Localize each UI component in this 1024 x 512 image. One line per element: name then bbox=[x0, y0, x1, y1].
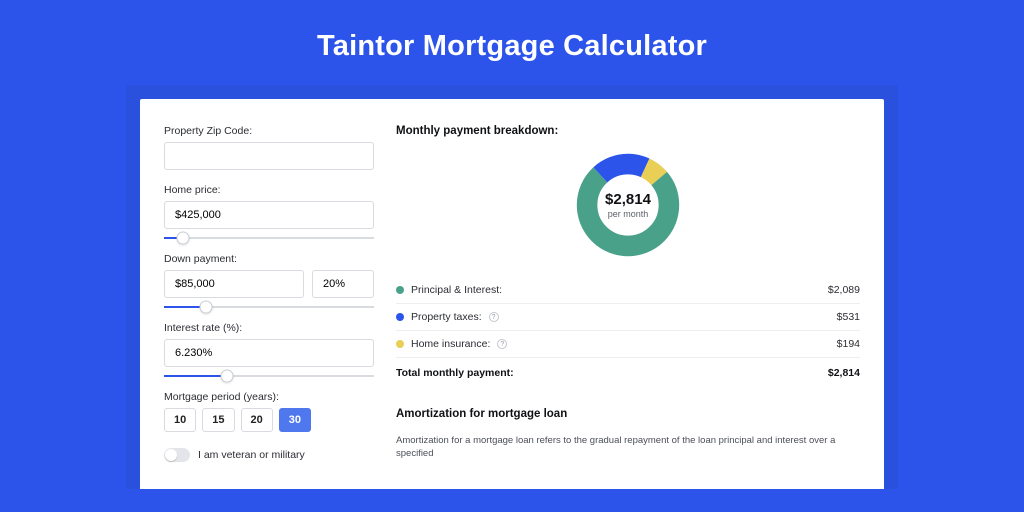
price-slider-thumb[interactable] bbox=[176, 232, 189, 245]
amortization-section: Amortization for mortgage loan Amortizat… bbox=[396, 408, 860, 461]
rate-slider-thumb[interactable] bbox=[221, 370, 234, 383]
price-slider[interactable] bbox=[164, 237, 374, 239]
legend-value: $531 bbox=[837, 311, 860, 323]
down-slider-thumb[interactable] bbox=[200, 301, 213, 314]
period-option-15[interactable]: 15 bbox=[202, 408, 234, 432]
down-field: Down payment: bbox=[164, 253, 374, 308]
legend-row: Home insurance:? $194 bbox=[396, 331, 860, 358]
amortization-title: Amortization for mortgage loan bbox=[396, 408, 860, 420]
legend-label: Principal & Interest: bbox=[411, 284, 502, 296]
veteran-toggle[interactable] bbox=[164, 448, 190, 462]
veteran-row: I am veteran or military bbox=[164, 448, 374, 462]
period-label: Mortgage period (years): bbox=[164, 391, 374, 403]
zip-field: Property Zip Code: bbox=[164, 125, 374, 170]
down-percent-input[interactable] bbox=[312, 270, 374, 298]
period-option-10[interactable]: 10 bbox=[164, 408, 196, 432]
period-field: Mortgage period (years): 1015 2030 bbox=[164, 391, 374, 432]
zip-input[interactable] bbox=[164, 142, 374, 170]
amortization-body: Amortization for a mortgage loan refers … bbox=[396, 434, 860, 461]
legend-dot-icon bbox=[396, 286, 404, 294]
breakdown-column: Monthly payment breakdown: $2,814 per mo… bbox=[396, 125, 860, 489]
calculator-stage: Property Zip Code: Home price: Down paym… bbox=[126, 85, 898, 489]
total-row: Total monthly payment: $2,814 bbox=[396, 358, 860, 386]
down-label: Down payment: bbox=[164, 253, 374, 265]
price-input[interactable] bbox=[164, 201, 374, 229]
info-icon[interactable]: ? bbox=[489, 312, 499, 322]
total-label: Total monthly payment: bbox=[396, 367, 514, 379]
legend-dot-icon bbox=[396, 313, 404, 321]
legend-value: $2,089 bbox=[828, 284, 860, 296]
legend-row: Property taxes:? $531 bbox=[396, 304, 860, 331]
page-title: Taintor Mortgage Calculator bbox=[0, 0, 1024, 85]
inputs-column: Property Zip Code: Home price: Down paym… bbox=[164, 125, 374, 489]
down-slider[interactable] bbox=[164, 306, 374, 308]
down-amount-input[interactable] bbox=[164, 270, 304, 298]
rate-slider[interactable] bbox=[164, 375, 374, 377]
rate-label: Interest rate (%): bbox=[164, 322, 374, 334]
legend: Principal & Interest: $2,089 Property taxe… bbox=[396, 277, 860, 358]
legend-label: Property taxes: bbox=[411, 311, 482, 323]
legend-row: Principal & Interest: $2,089 bbox=[396, 277, 860, 304]
total-value: $2,814 bbox=[828, 367, 860, 379]
price-field: Home price: bbox=[164, 184, 374, 239]
zip-label: Property Zip Code: bbox=[164, 125, 374, 137]
price-label: Home price: bbox=[164, 184, 374, 196]
breakdown-title: Monthly payment breakdown: bbox=[396, 125, 860, 137]
veteran-label: I am veteran or military bbox=[198, 449, 305, 461]
legend-value: $194 bbox=[837, 338, 860, 350]
legend-label: Home insurance: bbox=[411, 338, 490, 350]
rate-field: Interest rate (%): bbox=[164, 322, 374, 377]
donut-amount: $2,814 bbox=[605, 191, 651, 208]
info-icon[interactable]: ? bbox=[497, 339, 507, 349]
legend-dot-icon bbox=[396, 340, 404, 348]
calculator-card: Property Zip Code: Home price: Down paym… bbox=[140, 99, 884, 489]
donut-sub: per month bbox=[608, 209, 649, 219]
donut-chart: $2,814 per month bbox=[396, 151, 860, 259]
rate-input[interactable] bbox=[164, 339, 374, 367]
period-option-30[interactable]: 30 bbox=[279, 408, 311, 432]
period-option-20[interactable]: 20 bbox=[241, 408, 273, 432]
